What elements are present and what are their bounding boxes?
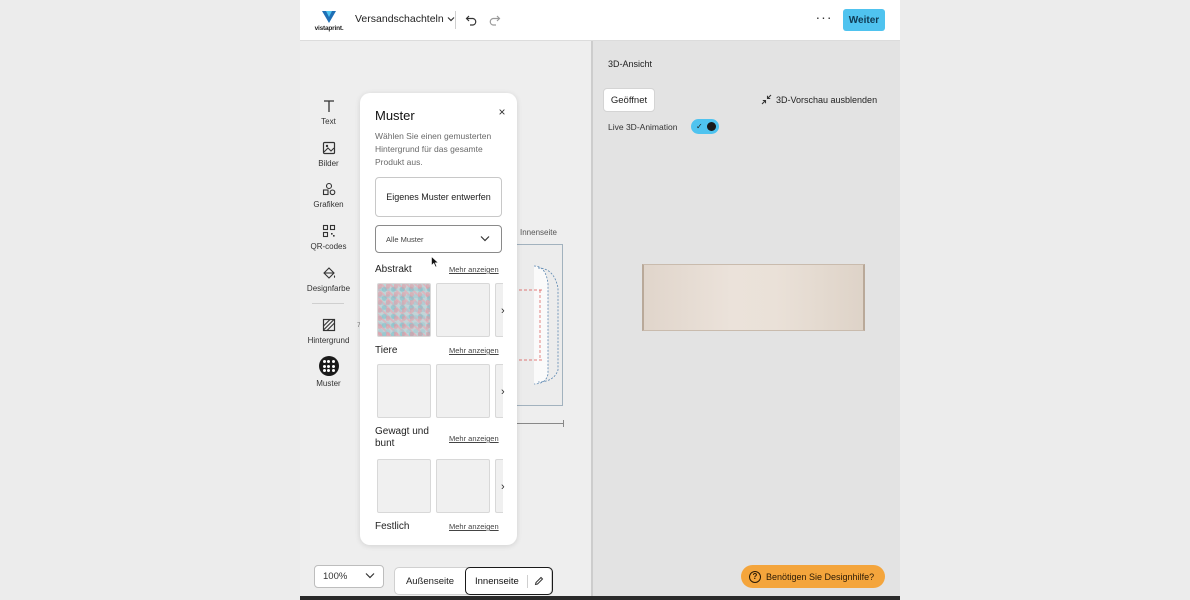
- chevron-down-icon: [365, 573, 375, 579]
- pattern-tile[interactable]: [377, 364, 431, 418]
- filter-value: Alle Muster: [386, 234, 424, 244]
- show-more-festive-link[interactable]: Mehr anzeigen: [449, 522, 499, 531]
- header-divider: [455, 11, 456, 29]
- pattern-tile[interactable]: [377, 283, 431, 337]
- show-more-animals-link[interactable]: Mehr anzeigen: [449, 346, 499, 355]
- live-animation-toggle[interactable]: ✓: [691, 119, 719, 134]
- pattern-tile[interactable]: [436, 283, 490, 337]
- pencil-icon[interactable]: [534, 576, 544, 586]
- next-button[interactable]: Weiter: [843, 9, 885, 31]
- qr-code-icon: [322, 224, 335, 238]
- tool-label: Muster: [316, 379, 341, 388]
- pattern-panel: Muster × Wählen Sie einen gemusterten Hi…: [360, 93, 517, 545]
- tool-label: QR-codes: [310, 242, 347, 251]
- tool-label: Bilder: [318, 159, 339, 168]
- tool-text[interactable]: Text: [300, 98, 357, 126]
- vistaprint-logo[interactable]: vistaprint.: [313, 9, 345, 35]
- tool-label: Text: [321, 117, 336, 126]
- show-more-bold-link[interactable]: Mehr anzeigen: [449, 434, 499, 443]
- tool-separator: [312, 303, 344, 304]
- canvas-ruler: [514, 420, 564, 427]
- close-icon[interactable]: ×: [496, 106, 508, 118]
- toggle-knob: [707, 122, 716, 131]
- logo-mark-icon: [322, 11, 336, 23]
- undo-icon: [465, 15, 476, 26]
- tab-inside-label: Innenseite: [475, 575, 519, 587]
- chevron-right-icon[interactable]: ›: [501, 386, 505, 398]
- pattern-tile[interactable]: [436, 459, 490, 513]
- 3d-box-preview[interactable]: [642, 264, 865, 331]
- chevron-down-icon: [447, 17, 455, 22]
- shapes-icon: [322, 182, 335, 196]
- zoom-value: 100%: [323, 571, 348, 582]
- show-more-abstract-link[interactable]: Mehr anzeigen: [449, 265, 499, 274]
- tool-qr-codes[interactable]: QR-codes: [300, 223, 357, 251]
- hide-3d-label: 3D-Vorschau ausblenden: [776, 94, 878, 105]
- window-bottom-edge: [300, 596, 900, 600]
- tool-rail: Text Bilder Grafiken QR-codes Designfarb…: [300, 41, 357, 600]
- design-help-button[interactable]: ? Benötigen Sie Designhilfe?: [741, 565, 885, 588]
- pattern-icon: [318, 356, 339, 376]
- logo-wordmark: vistaprint.: [314, 25, 344, 32]
- top-bar: vistaprint. Versandschachteln ··· Weiter: [300, 0, 900, 41]
- pattern-filter-select[interactable]: Alle Muster: [375, 225, 502, 253]
- tool-pattern[interactable]: Muster: [300, 356, 357, 388]
- tool-background[interactable]: Hintergrund: [300, 317, 357, 345]
- opened-state-button[interactable]: Geöffnet: [603, 88, 655, 112]
- 3d-view-title: 3D-Ansicht: [608, 59, 653, 69]
- tab-inside[interactable]: Innenseite: [465, 567, 553, 595]
- more-options-button[interactable]: ···: [814, 9, 834, 29]
- pattern-tile[interactable]: [436, 364, 490, 418]
- tool-design-color[interactable]: Designfarbe: [300, 265, 357, 293]
- panel-title: Muster: [375, 108, 415, 123]
- collapse-icon: [761, 94, 772, 105]
- hide-3d-preview-button[interactable]: 3D-Vorschau ausblenden: [761, 94, 877, 105]
- box-dieline[interactable]: [514, 244, 564, 406]
- text-icon: [323, 100, 334, 112]
- tab-outside[interactable]: Außenseite: [395, 568, 465, 594]
- product-side-tabs: Außenseite Innenseite: [394, 567, 553, 595]
- help-icon: ?: [749, 570, 761, 583]
- section-title-abstract: Abstrakt: [375, 264, 412, 275]
- section-title-festive: Festlich: [375, 521, 410, 532]
- project-selector[interactable]: Versandschachteln: [355, 13, 455, 25]
- redo-icon: [489, 15, 500, 26]
- paint-bucket-icon: [322, 267, 335, 279]
- panel-description: Wählen Sie einen gemusterten Hintergrund…: [375, 131, 492, 167]
- pattern-tile[interactable]: [377, 459, 431, 513]
- checkmark-icon: ✓: [696, 122, 703, 131]
- tab-separator: [527, 575, 528, 588]
- chevron-down-icon: [480, 236, 490, 242]
- tool-graphics[interactable]: Grafiken: [300, 181, 357, 209]
- tool-images[interactable]: Bilder: [300, 140, 357, 168]
- redo-button[interactable]: [486, 12, 502, 28]
- section-title-bold-colorful: Gewagt und bunt: [375, 426, 429, 449]
- editor-app: vistaprint. Versandschachteln ··· Weiter: [300, 0, 900, 600]
- design-help-label: Benötigen Sie Designhilfe?: [766, 571, 875, 582]
- project-name: Versandschachteln: [355, 13, 444, 25]
- live-animation-label: Live 3D-Animation: [608, 122, 678, 132]
- tool-label: Grafiken: [313, 200, 344, 209]
- tool-label: Hintergrund: [307, 336, 350, 345]
- undo-button[interactable]: [463, 12, 479, 28]
- create-own-pattern-button[interactable]: Eigenes Muster entwerfen: [375, 177, 502, 217]
- chevron-right-icon[interactable]: ›: [501, 481, 505, 493]
- image-icon: [322, 141, 335, 155]
- background-icon: [322, 318, 335, 332]
- chevron-right-icon[interactable]: ›: [501, 305, 505, 317]
- section-title-animals: Tiere: [375, 345, 398, 356]
- canvas-side-label: Innenseite: [520, 228, 557, 237]
- zoom-select[interactable]: 100%: [314, 565, 384, 588]
- tool-label: Designfarbe: [306, 284, 351, 293]
- mouse-cursor-icon: [431, 256, 439, 268]
